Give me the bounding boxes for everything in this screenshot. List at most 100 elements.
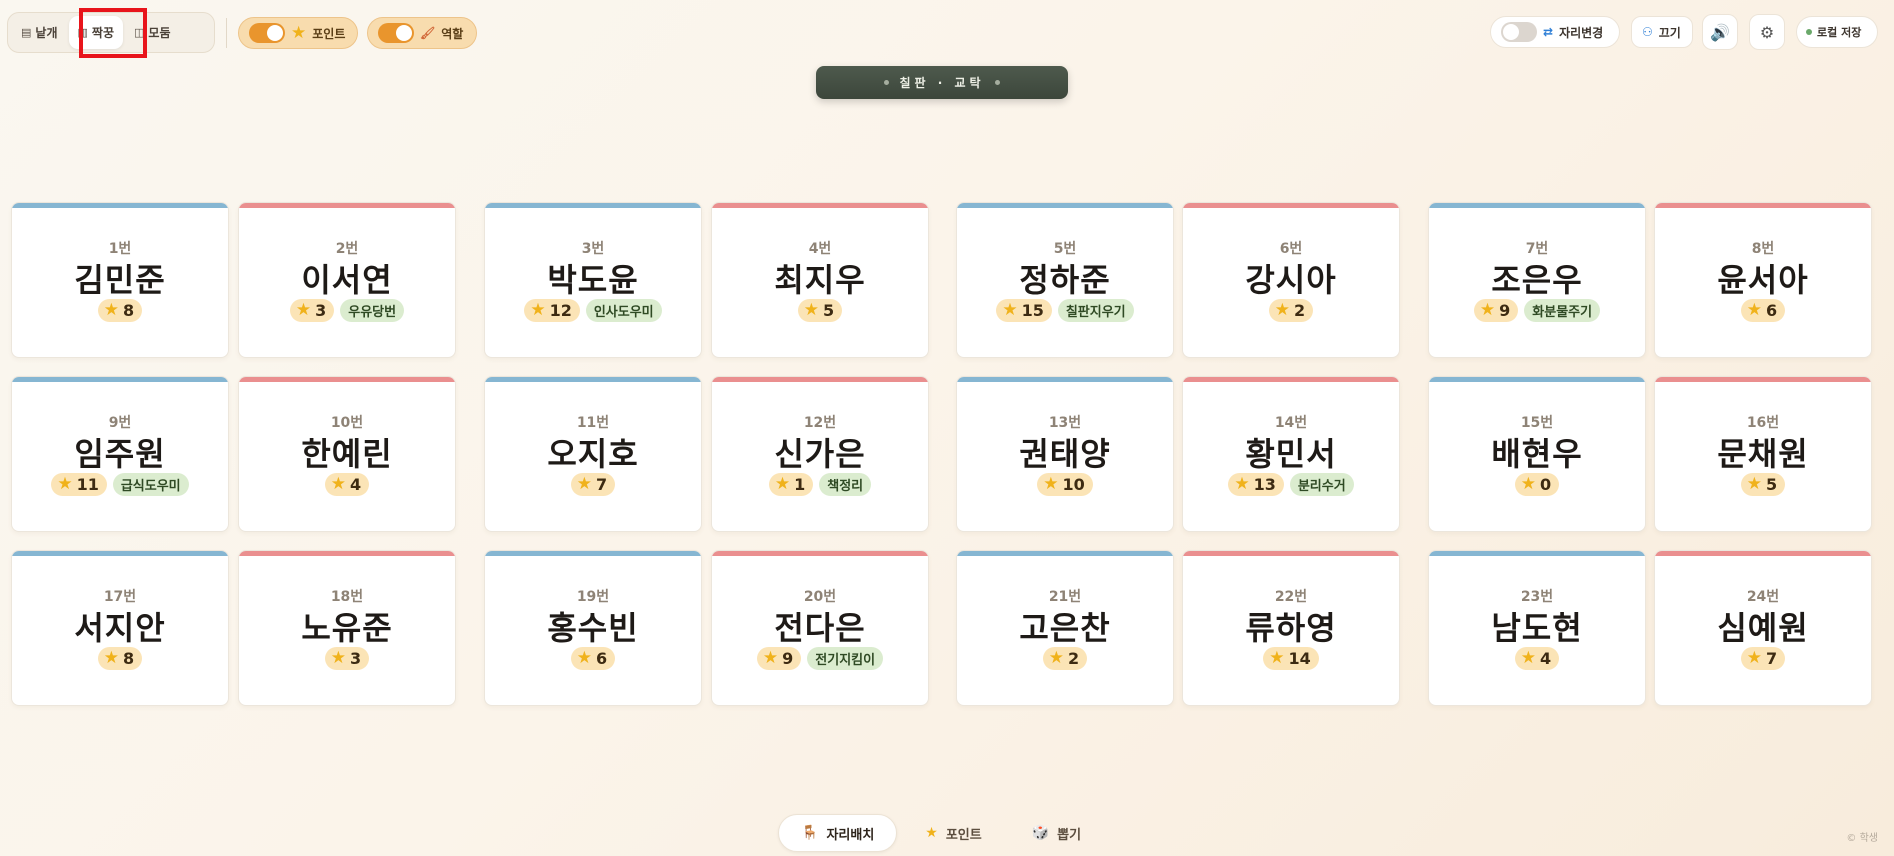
seat-card[interactable]: 6번 강시아 ★ 2 (1182, 202, 1400, 358)
seat-card[interactable]: 17번 서지안 ★ 8 (11, 550, 229, 706)
pull-button[interactable]: ⚇ 끄기 (1631, 16, 1693, 48)
seat-card[interactable]: 15번 배현우 ★ 0 (1428, 376, 1646, 532)
sound-button[interactable]: 🔊 (1702, 14, 1738, 50)
points-badge[interactable]: ★ 12 (524, 299, 580, 322)
seat-card[interactable]: 7번 조은우 ★ 9 화분물주기 (1428, 202, 1646, 358)
roles-switch[interactable] (378, 23, 414, 43)
points-value: 0 (1540, 475, 1552, 494)
points-badge[interactable]: ★ 5 (1740, 473, 1786, 496)
seat-meta: ★ 7 (485, 473, 701, 496)
nav-item-2[interactable]: 🎲 뽑기 (1010, 814, 1103, 852)
star-icon: ★ (576, 474, 593, 494)
points-badge[interactable]: ★ 7 (570, 473, 616, 496)
seat-meta: ★ 9 화분물주기 (1429, 299, 1645, 322)
seat-card[interactable]: 2번 이서연 ★ 3 우유당번 (238, 202, 456, 358)
seat-card[interactable]: 21번 고은찬 ★ 2 (956, 550, 1174, 706)
seat-meta: ★ 4 (239, 473, 455, 496)
seat-color-bar (712, 203, 928, 208)
student-name: 최지우 (774, 261, 866, 299)
points-badge[interactable]: ★ 14 (1263, 647, 1319, 670)
points-badge[interactable]: ★ 0 (1514, 473, 1560, 496)
seat-card[interactable]: 22번 류하영 ★ 14 (1182, 550, 1400, 706)
points-badge[interactable]: ★ 15 (996, 299, 1052, 322)
points-toggle[interactable]: ★ 포인트 (238, 17, 358, 49)
layout-button-single[interactable]: ▤ 낱개 (12, 16, 67, 49)
seat-card[interactable]: 23번 남도현 ★ 4 (1428, 550, 1646, 706)
seat-card[interactable]: 16번 문채원 ★ 5 (1654, 376, 1872, 532)
seat-meta: ★ 6 (1655, 299, 1871, 322)
points-badge[interactable]: ★ 10 (1037, 473, 1093, 496)
student-name: 서지안 (74, 609, 166, 647)
seat-card[interactable]: 18번 노유준 ★ 3 (238, 550, 456, 706)
nav-item-1[interactable]: ★ 포인트 (903, 814, 1003, 852)
seat-card[interactable]: 14번 황민서 ★ 13 분리수거 (1182, 376, 1400, 532)
nav-item-0[interactable]: 🪑 자리배치 (778, 814, 898, 852)
points-badge[interactable]: ★ 8 (97, 299, 143, 322)
points-badge[interactable]: ★ 13 (1228, 473, 1284, 496)
seat-card[interactable]: 24번 심예원 ★ 7 (1654, 550, 1872, 706)
student-name: 배현우 (1491, 435, 1583, 473)
star-icon: ★ (1048, 648, 1065, 668)
seat-color-bar (1655, 551, 1871, 556)
speaker-icon: 🔊 (1710, 22, 1730, 42)
points-badge[interactable]: ★ 3 (324, 647, 370, 670)
points-badge[interactable]: ★ 7 (1740, 647, 1786, 670)
seat-change-toggle[interactable]: ⇄ 자리변경 (1490, 16, 1620, 48)
points-badge[interactable]: ★ 9 (756, 647, 802, 670)
layout-button-group[interactable]: ◫ 모둠 (125, 16, 180, 49)
points-badge[interactable]: ★ 4 (324, 473, 370, 496)
points-value: 15 (1021, 301, 1044, 320)
student-name: 전다은 (774, 609, 866, 647)
seat-meta: ★ 9 전기지킴이 (712, 647, 928, 670)
seat-card[interactable]: 4번 최지우 ★ 5 (711, 202, 929, 358)
layout-button-pair[interactable]: ▥ 짝꿍 (68, 16, 123, 49)
points-badge[interactable]: ★ 2 (1268, 299, 1314, 322)
points-value: 2 (1068, 649, 1080, 668)
seat-card[interactable]: 19번 홍수빈 ★ 6 (484, 550, 702, 706)
local-save-label: 로컬 저장 (1817, 26, 1862, 39)
seat-card[interactable]: 8번 윤서아 ★ 6 (1654, 202, 1872, 358)
seat-color-bar (239, 203, 455, 208)
seat-color-bar (485, 203, 701, 208)
seat-color-bar (712, 551, 928, 556)
seat-card[interactable]: 20번 전다은 ★ 9 전기지킴이 (711, 550, 929, 706)
points-badge[interactable]: ★ 2 (1042, 647, 1088, 670)
points-badge[interactable]: ★ 9 (1473, 299, 1519, 322)
points-badge[interactable]: ★ 6 (1740, 299, 1786, 322)
points-switch[interactable] (249, 23, 285, 43)
points-badge[interactable]: ★ 11 (51, 473, 107, 496)
layout-button-label: 짝꿍 (91, 26, 114, 40)
seat-card[interactable]: 3번 박도윤 ★ 12 인사도우미 (484, 202, 702, 358)
points-value: 4 (350, 475, 362, 494)
seat-card[interactable]: 9번 임주원 ★ 11 급식도우미 (11, 376, 229, 532)
student-name: 황민서 (1245, 435, 1337, 473)
points-badge[interactable]: ★ 1 (768, 473, 814, 496)
seat-meta: ★ 3 우유당번 (239, 299, 455, 322)
points-badge[interactable]: ★ 8 (97, 647, 143, 670)
points-badge[interactable]: ★ 3 (289, 299, 335, 322)
seat-change-switch[interactable] (1501, 22, 1537, 42)
role-badge: 분리수거 (1289, 473, 1354, 496)
local-save-button[interactable]: 로컬 저장 (1796, 16, 1878, 48)
points-value: 8 (123, 301, 135, 320)
seat-card[interactable]: 5번 정하준 ★ 15 칠판지우기 (956, 202, 1174, 358)
seat-card[interactable]: 1번 김민준 ★ 8 (11, 202, 229, 358)
seat-color-bar (957, 377, 1173, 382)
roles-toggle[interactable]: 🖌 역할 (367, 17, 477, 49)
points-value: 12 (549, 301, 572, 320)
seat-meta: ★ 14 (1183, 647, 1399, 670)
settings-button[interactable]: ⚙ (1749, 14, 1785, 50)
student-name: 신가은 (774, 435, 866, 473)
points-badge[interactable]: ★ 5 (797, 299, 843, 322)
seat-card[interactable]: 12번 신가은 ★ 1 책정리 (711, 376, 929, 532)
points-value: 7 (596, 475, 608, 494)
points-badge[interactable]: ★ 6 (570, 647, 616, 670)
seat-color-bar (1655, 377, 1871, 382)
seat-meta: ★ 2 (957, 647, 1173, 670)
seat-card[interactable]: 13번 권태양 ★ 10 (956, 376, 1174, 532)
star-icon: ★ (774, 474, 791, 494)
seat-color-bar (957, 551, 1173, 556)
seat-card[interactable]: 11번 오지호 ★ 7 (484, 376, 702, 532)
seat-card[interactable]: 10번 한예린 ★ 4 (238, 376, 456, 532)
points-badge[interactable]: ★ 4 (1514, 647, 1560, 670)
